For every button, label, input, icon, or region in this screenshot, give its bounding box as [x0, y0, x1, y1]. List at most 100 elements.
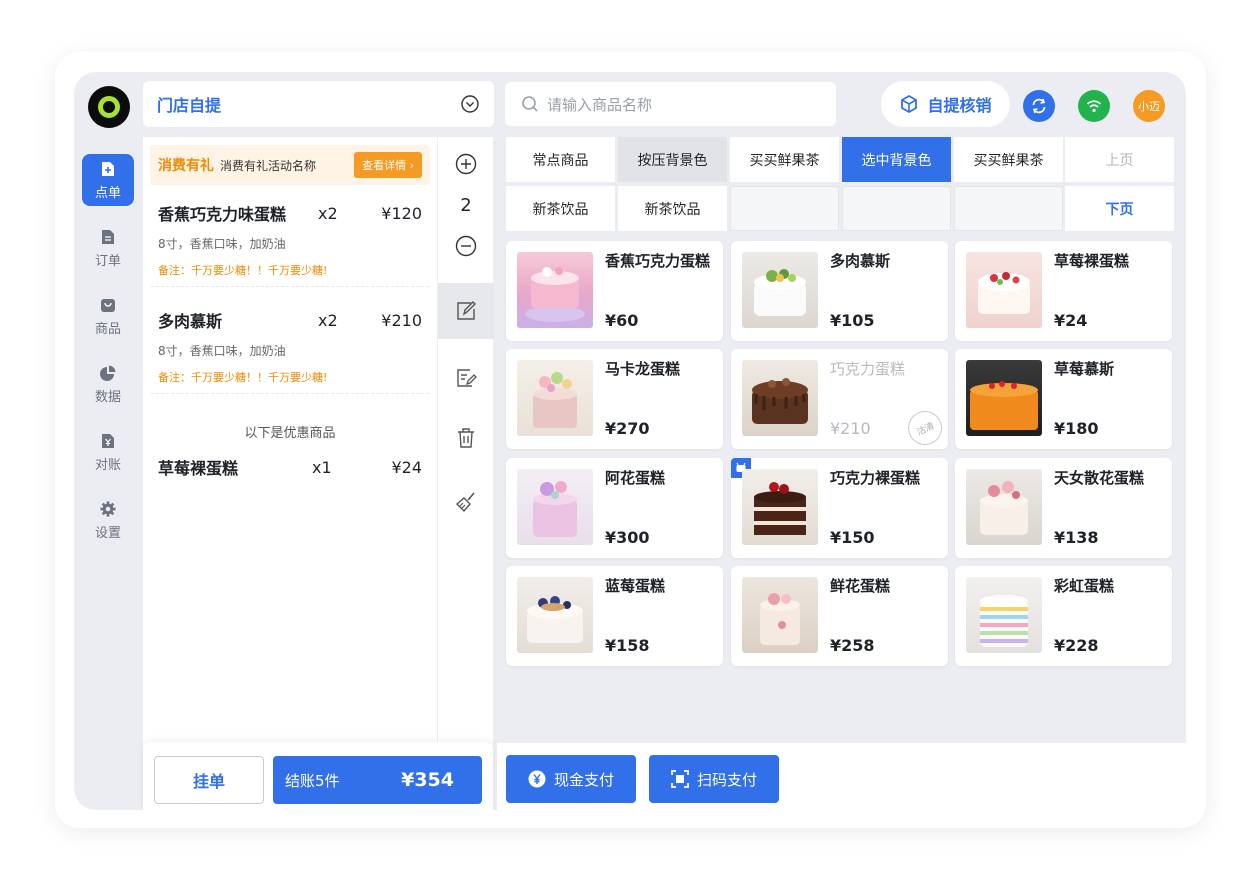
order-tools: 2 [437, 137, 494, 747]
scan-icon [671, 770, 689, 788]
product-card[interactable]: 彩虹蛋糕 ¥228 [955, 566, 1172, 666]
product-image [742, 577, 818, 653]
product-image [517, 577, 593, 653]
sidebar-item-order[interactable]: 点单 [82, 154, 134, 206]
category-tab[interactable]: 按压背景色 [618, 137, 727, 182]
product-name: 鲜花蛋糕 [830, 577, 891, 595]
discount-item-price: ¥24 [391, 457, 422, 477]
prev-page-button[interactable]: 上页 [1065, 137, 1174, 182]
pickup-verify-button[interactable]: 自提核销 [881, 81, 1010, 127]
product-name: 巧克力裸蛋糕 [830, 469, 921, 487]
category-tab[interactable]: 选中背景色 [842, 137, 951, 182]
user-avatar[interactable]: 小迈 [1133, 90, 1165, 122]
product-price: ¥210 [830, 419, 871, 438]
product-name: 天女散花蛋糕 [1054, 469, 1145, 487]
order-item-price: ¥120 [381, 203, 422, 223]
product-card[interactable]: 鲜花蛋糕 ¥258 [731, 566, 948, 666]
checkout-bar: 挂单 结账5件 ¥354 [143, 742, 493, 810]
product-price: ¥300 [605, 528, 650, 547]
product-price: ¥105 [830, 311, 875, 330]
broom-icon [455, 492, 475, 513]
product-price: ¥270 [605, 419, 650, 438]
decrease-button[interactable] [438, 233, 494, 259]
promo-details-button[interactable]: 查看详情 › [354, 152, 422, 178]
order-add-icon [100, 160, 116, 178]
product-image [742, 469, 818, 545]
product-image [517, 252, 593, 328]
divider [151, 393, 429, 394]
sidebar-item-products[interactable]: 商品 [82, 290, 134, 342]
sidebar-nav: 点单 订单 商品 数据 对账 设置 [82, 154, 134, 562]
category-tab-empty [954, 186, 1063, 231]
product-card[interactable]: 巧克力裸蛋糕 ¥150 [731, 458, 948, 558]
product-name: 巧克力蛋糕 [830, 360, 906, 378]
cash-pay-button[interactable]: 现金支付 [506, 755, 636, 803]
search-icon [522, 96, 538, 112]
order-item-name: 香蕉巧克力味蛋糕 [158, 205, 287, 224]
product-price: ¥150 [830, 528, 875, 547]
product-card[interactable]: 多肉慕斯 ¥105 [731, 241, 948, 341]
hold-order-button[interactable]: 挂单 [154, 756, 264, 804]
product-name: 彩虹蛋糕 [1054, 577, 1115, 595]
product-panel: 常点商品 按压背景色 买买鲜果茶 选中背景色 买买鲜果茶 上页 新茶饮品 新茶饮… [497, 137, 1186, 747]
sidebar-item-settings[interactable]: 设置 [82, 494, 134, 546]
clear-button[interactable] [438, 489, 494, 515]
sidebar-item-data[interactable]: 数据 [82, 358, 134, 410]
edit-button[interactable] [438, 283, 494, 339]
remark-button[interactable] [438, 365, 494, 391]
shopping-bag-icon [100, 296, 116, 314]
order-item[interactable]: 多肉慕斯 x2 ¥210 8寸，香蕉口味，加奶油 备注：千万要少糖！！千万要少糖! [143, 308, 437, 385]
sidebar-item-orders[interactable]: 订单 [82, 222, 134, 274]
search-placeholder: 请输入商品名称 [547, 95, 653, 114]
scan-pay-label: 扫码支付 [696, 770, 757, 789]
product-image [966, 252, 1042, 328]
sidebar-item-label: 商品 [94, 321, 121, 337]
order-item[interactable]: 香蕉巧克力味蛋糕 x2 ¥120 8寸，香蕉口味，加奶油 备注：千万要少糖！！千万要… [143, 201, 437, 278]
product-card-soldout[interactable]: 巧克力蛋糕 ¥210 沽清 [731, 349, 948, 451]
product-name: 草莓慕斯 [1054, 360, 1115, 378]
package-icon [901, 94, 918, 114]
increase-button[interactable] [438, 151, 494, 177]
category-tab[interactable]: 买买鲜果茶 [730, 137, 839, 182]
delete-button[interactable] [438, 425, 494, 451]
product-image [966, 577, 1042, 653]
scan-pay-button[interactable]: 扫码支付 [649, 755, 779, 803]
promo-banner: 消费有礼 消费有礼活动名称 查看详情 › [150, 145, 430, 185]
product-card[interactable]: 马卡龙蛋糕 ¥270 [506, 349, 723, 449]
next-page-button[interactable]: 下页 [1065, 186, 1174, 231]
category-tab[interactable]: 买买鲜果茶 [954, 137, 1063, 182]
category-tab[interactable]: 常点商品 [506, 137, 615, 182]
order-item-remark: 备注：千万要少糖！！千万要少糖! [158, 371, 328, 384]
checkout-button[interactable]: 结账5件 ¥354 [273, 756, 482, 804]
store-select[interactable]: 门店自提 [143, 81, 494, 127]
category-tab[interactable]: 新茶饮品 [618, 186, 727, 231]
product-image [966, 469, 1042, 545]
yen-circle-icon [528, 770, 546, 788]
product-card[interactable]: 天女散花蛋糕 ¥138 [955, 458, 1172, 558]
wifi-status[interactable] [1078, 90, 1110, 122]
product-price: ¥158 [605, 636, 650, 655]
sidebar-item-reconcile[interactable]: 对账 [82, 426, 134, 478]
discount-item[interactable]: 草莓裸蛋糕 x1 ¥24 [143, 455, 437, 479]
product-name: 草莓裸蛋糕 [1054, 252, 1130, 270]
order-item-spec: 8寸，香蕉口味，加奶油 [158, 237, 286, 251]
product-card[interactable]: 草莓慕斯 ¥180 [955, 349, 1172, 449]
gear-icon [100, 500, 116, 518]
order-panel: 消费有礼 消费有礼活动名称 查看详情 › 香蕉巧克力味蛋糕 x2 ¥120 8寸，香… [143, 137, 437, 747]
product-card[interactable]: 阿花蛋糕 ¥300 [506, 458, 723, 558]
refresh-icon [1032, 98, 1046, 114]
edit-icon [457, 301, 476, 320]
wifi-icon [1086, 100, 1102, 113]
product-card[interactable]: 草莓裸蛋糕 ¥24 [955, 241, 1172, 341]
promo-desc: 消费有礼活动名称 [220, 158, 317, 173]
refresh-button[interactable] [1023, 90, 1055, 122]
category-tab[interactable]: 新茶饮品 [506, 186, 615, 231]
product-price: ¥258 [830, 636, 875, 655]
category-tab-empty [730, 186, 839, 231]
product-card[interactable]: 蓝莓蛋糕 ¥158 [506, 566, 723, 666]
search-input[interactable]: 请输入商品名称 [505, 82, 836, 126]
discount-section-title: 以下是优惠商品 [244, 426, 336, 441]
checkout-total: ¥354 [401, 769, 454, 791]
product-card[interactable]: 香蕉巧克力蛋糕 ¥60 [506, 241, 723, 341]
soldout-stamp: 沽清 [902, 405, 948, 451]
